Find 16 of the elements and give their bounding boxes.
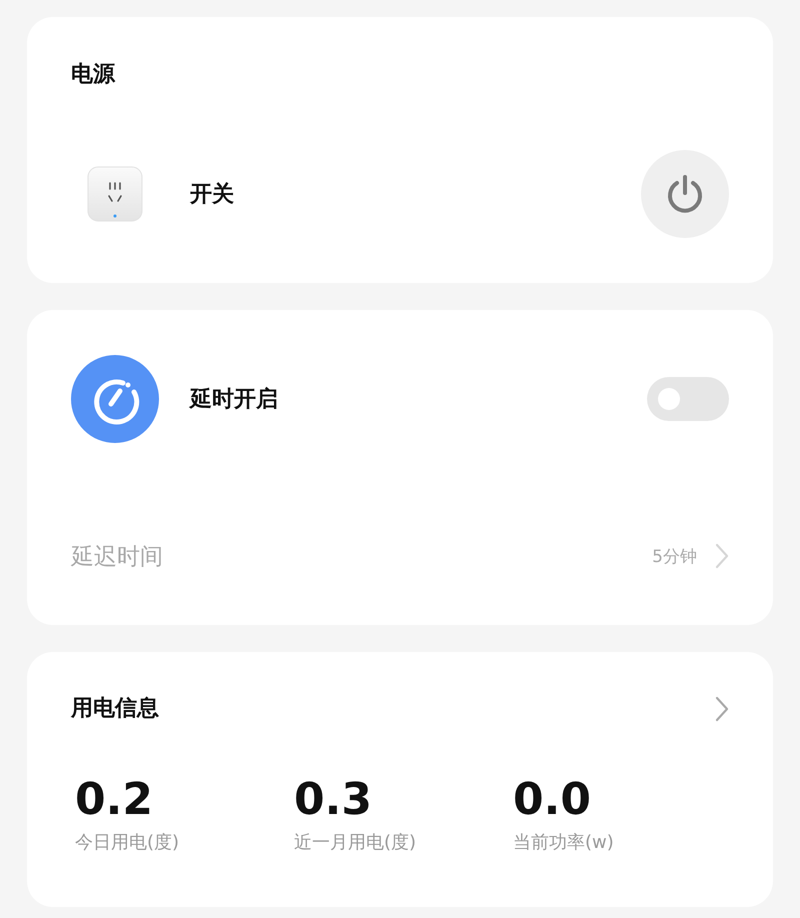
socket-icon: [87, 166, 143, 222]
stat-label: 今日用电(度): [75, 831, 180, 855]
stat-value: 0.0: [513, 776, 592, 824]
card-title: 用电信息: [71, 696, 159, 722]
chevron-icon: [715, 543, 729, 569]
delay-time-value: 5分钟: [652, 546, 697, 568]
stat-value: 0.3: [294, 776, 373, 824]
toggle-switch[interactable]: [647, 377, 729, 421]
timer-icon: [71, 355, 159, 443]
chevron-icon: [715, 696, 729, 722]
switch-label: 开关: [190, 181, 235, 209]
stat-label: 当前功率(w): [513, 831, 615, 855]
stat-value: 0.2: [75, 776, 154, 824]
card-title: 电源: [71, 62, 116, 88]
delay-start-label: 延时开启: [190, 386, 279, 414]
stat-label: 近一月用电(度): [294, 831, 418, 855]
